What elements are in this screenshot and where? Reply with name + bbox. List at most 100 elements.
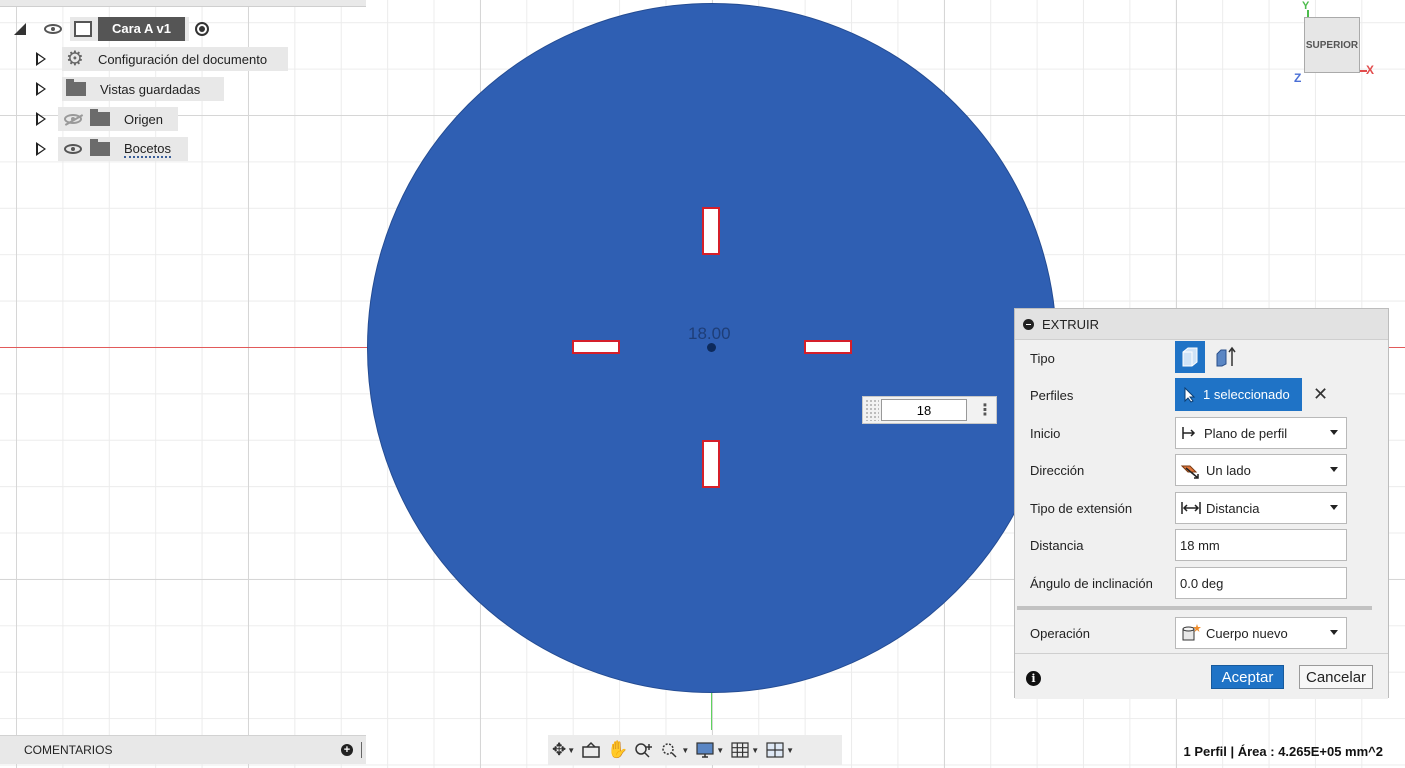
chevron-down-icon <box>1330 630 1338 635</box>
tree-item-bocetos[interactable]: Bocetos <box>36 137 188 161</box>
root-node[interactable]: Cara A v1 <box>70 17 190 41</box>
operacion-label: Operación <box>1030 625 1090 641</box>
one-side-direction-icon <box>1180 465 1199 479</box>
direccion-dropdown[interactable]: Un lado <box>1175 454 1347 486</box>
row-tipo-extension: Tipo de extensión Distancia <box>1015 491 1390 525</box>
row-perfiles: Perfiles 1 seleccionado ✕ <box>1015 378 1390 412</box>
grid-icon[interactable]: ▼ <box>730 741 759 759</box>
row-distancia: Distancia 18 mm <box>1015 528 1390 562</box>
component-icon <box>74 21 92 37</box>
folder-icon <box>66 79 86 96</box>
viewcube-x-label: X <box>1366 63 1375 77</box>
eye-icon[interactable] <box>64 144 82 154</box>
perfiles-label: Perfiles <box>1030 387 1074 403</box>
more-options-icon[interactable]: ⋮ <box>977 400 993 420</box>
look-at-icon[interactable] <box>581 741 601 759</box>
operacion-dropdown[interactable]: Cuerpo nuevo <box>1175 617 1347 649</box>
perfiles-select-button[interactable]: 1 seleccionado <box>1175 378 1302 411</box>
browser-header-strip <box>0 0 366 7</box>
dialog-footer: i Aceptar Cancelar <box>1015 653 1388 699</box>
thin-extrude-icon <box>1216 346 1236 367</box>
expand-triangle-icon[interactable] <box>36 112 46 126</box>
angulo-label: Ángulo de inclinación <box>1030 575 1153 591</box>
folder-icon <box>90 109 110 126</box>
distancia-value: 18 mm <box>1180 537 1220 553</box>
direccion-label: Dirección <box>1030 462 1085 478</box>
pan-hand-icon[interactable]: ✋ <box>607 740 628 760</box>
y-axis-line <box>711 690 712 730</box>
distance-manipulator-input[interactable]: ⋮ <box>862 396 997 424</box>
distance-extent-icon <box>1181 502 1201 514</box>
tree-item-configuracion[interactable]: ⚙ Configuración del documento <box>36 47 288 71</box>
new-body-icon <box>1182 624 1201 641</box>
distance-inline-input[interactable] <box>881 399 967 421</box>
expand-triangle-icon[interactable] <box>36 52 46 66</box>
angulo-value: 0.0 deg <box>1180 575 1224 591</box>
chevron-down-icon <box>1330 467 1338 472</box>
collapse-dialog-icon[interactable] <box>1023 318 1034 330</box>
viewcube-z-label: Z <box>1294 71 1302 85</box>
cancel-button[interactable]: Cancelar <box>1299 665 1373 689</box>
viewcube-y-label: Y <box>1302 0 1310 12</box>
tipo-extension-dropdown[interactable]: Distancia <box>1175 492 1347 524</box>
tree-item-vistas[interactable]: Vistas guardadas <box>36 77 224 101</box>
folder-icon <box>90 139 110 156</box>
expand-triangle-icon[interactable] <box>36 142 46 156</box>
activate-radio-icon[interactable] <box>195 22 210 36</box>
tipo-label: Tipo <box>1030 350 1055 366</box>
row-direccion: Dirección Un lado <box>1015 453 1390 487</box>
orbit-icon[interactable]: ✥ ▼ <box>552 740 575 760</box>
expand-triangle-icon[interactable] <box>36 82 46 96</box>
row-angulo: Ángulo de inclinación 0.0 deg <box>1015 566 1390 600</box>
tipo-extension-label: Tipo de extensión <box>1030 500 1133 516</box>
accept-button[interactable]: Aceptar <box>1211 665 1284 689</box>
zoom-window-icon[interactable]: ▼ <box>660 741 689 759</box>
profile-plane-icon <box>1182 427 1196 439</box>
eye-hidden-icon[interactable] <box>64 114 82 124</box>
zoom-icon[interactable] <box>634 741 654 759</box>
solid-extrude-icon <box>1182 347 1198 367</box>
comments-panel[interactable]: COMENTARIOS + <box>0 735 366 764</box>
slot-right[interactable] <box>804 340 852 354</box>
chevron-down-icon <box>1330 430 1338 435</box>
panel-divider <box>361 742 362 758</box>
tipo-solid-button[interactable] <box>1175 341 1205 373</box>
tipo-thin-button[interactable] <box>1211 341 1241 373</box>
distancia-label: Distancia <box>1030 537 1084 553</box>
slot-left[interactable] <box>572 340 620 354</box>
dialog-header: EXTRUIR <box>1015 309 1388 340</box>
cursor-arrow-icon <box>1184 386 1196 403</box>
slot-top[interactable] <box>702 207 720 255</box>
operacion-value: Cuerpo nuevo <box>1206 625 1288 641</box>
selection-status: 1 Perfil | Área : 4.265E+05 mm^2 <box>1183 744 1383 759</box>
info-icon[interactable]: i <box>1026 671 1041 686</box>
viewcube[interactable]: SUPERIOR <box>1304 17 1360 73</box>
inicio-value: Plano de perfil <box>1204 425 1288 441</box>
tree-item-label: Configuración del documento <box>97 51 268 67</box>
drag-grip-icon[interactable] <box>865 399 879 421</box>
dimension-label: 18.00 <box>688 324 731 343</box>
tree-root-row[interactable]: Cara A v1 <box>14 17 210 41</box>
slot-bottom[interactable] <box>702 440 720 488</box>
tipo-extension-value: Distancia <box>1206 500 1260 516</box>
collapse-triangle-icon[interactable] <box>14 23 26 35</box>
center-point <box>707 343 716 352</box>
tree-item-origen[interactable]: Origen <box>36 107 178 131</box>
angulo-input[interactable]: 0.0 deg <box>1175 567 1347 599</box>
navigation-bar: ✥ ▼ ✋ ▼ ▼ ▼ ▼ <box>548 735 842 765</box>
direccion-value: Un lado <box>1206 462 1251 478</box>
eye-icon[interactable] <box>44 24 62 34</box>
row-inicio: Inicio Plano de perfil <box>1015 416 1390 450</box>
row-operacion: Operación Cuerpo nuevo <box>1015 616 1390 650</box>
inicio-label: Inicio <box>1030 425 1061 441</box>
row-tipo: Tipo <box>1015 341 1390 375</box>
add-comment-icon[interactable]: + <box>341 744 353 756</box>
dialog-title: EXTRUIR <box>1042 316 1100 332</box>
inicio-dropdown[interactable]: Plano de perfil <box>1175 417 1347 449</box>
tree-item-label: Vistas guardadas <box>100 81 201 97</box>
viewports-icon[interactable]: ▼ <box>765 741 794 759</box>
display-settings-icon[interactable]: ▼ <box>695 741 724 759</box>
distancia-input[interactable]: 18 mm <box>1175 529 1347 561</box>
tree-item-label: Bocetos <box>124 140 171 158</box>
clear-selection-icon[interactable]: ✕ <box>1313 384 1328 405</box>
